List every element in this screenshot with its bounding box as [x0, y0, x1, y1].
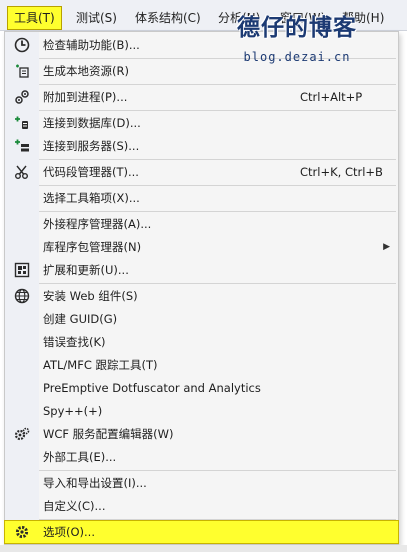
menu-separator	[39, 58, 396, 59]
menu-item-customize[interactable]: 自定义(C)...	[5, 495, 398, 517]
menu-item-shortcut: Ctrl+Alt+P	[300, 90, 363, 104]
menu-item-label: 检查辅助功能(B)...	[43, 38, 140, 52]
accessibility-check-icon	[14, 37, 30, 53]
menu-item-extensions-updates[interactable]: 扩展和更新(U)...	[5, 259, 398, 281]
menu-item-label: 外接程序管理器(A)...	[43, 217, 152, 231]
menu-item-label: 扩展和更新(U)...	[43, 263, 129, 277]
menu-item-error-lookup[interactable]: 错误查找(K)	[5, 331, 398, 353]
menu-item-wcf-config-editor[interactable]: WCF 服务配置编辑器(W)	[5, 423, 398, 445]
menu-item-addin-manager[interactable]: 外接程序管理器(A)...	[5, 213, 398, 235]
background-window-strip	[0, 545, 407, 552]
menu-item-code-snippets-manager[interactable]: 代码段管理器(T)... Ctrl+K, Ctrl+B	[5, 161, 398, 183]
menu-item-library-package-manager[interactable]: 库程序包管理器(N) ▶	[5, 236, 398, 258]
menu-item-choose-toolbox-items[interactable]: 选择工具箱项(X)...	[5, 187, 398, 209]
menu-analyze[interactable]: 分析(N)	[218, 7, 260, 29]
generate-resources-icon	[16, 64, 29, 78]
menu-item-attach-to-process[interactable]: 附加到进程(P)... Ctrl+Alt+P	[5, 86, 398, 108]
menu-item-label: 代码段管理器(T)...	[43, 165, 139, 179]
menu-architecture[interactable]: 体系结构(C)	[135, 7, 201, 29]
connect-server-icon	[15, 139, 29, 152]
menu-item-label: 库程序包管理器(N)	[43, 240, 142, 254]
options-gear-icon	[15, 525, 29, 539]
menu-item-label: WCF 服务配置编辑器(W)	[43, 427, 174, 441]
menu-item-label: 外部工具(E)...	[43, 450, 117, 464]
menu-item-label: 连接到数据库(D)...	[43, 116, 141, 130]
menu-separator	[39, 470, 396, 471]
menu-item-create-guid[interactable]: 创建 GUID(G)	[5, 308, 398, 330]
menu-item-atl-mfc-trace-tool[interactable]: ATL/MFC 跟踪工具(T)	[5, 354, 398, 376]
menu-item-label: 自定义(C)...	[43, 499, 106, 513]
menu-item-label: 连接到服务器(S)...	[43, 139, 140, 153]
menu-item-label: 安装 Web 组件(S)	[43, 289, 138, 303]
submenu-arrow-icon: ▶	[383, 242, 390, 252]
extensions-icon	[14, 262, 30, 278]
menu-item-connect-database[interactable]: 连接到数据库(D)...	[5, 112, 398, 134]
menu-item-connect-server[interactable]: 连接到服务器(S)...	[5, 135, 398, 157]
menu-item-label: 错误查找(K)	[43, 335, 106, 349]
connect-database-icon	[15, 116, 28, 129]
wcf-config-gear-icon	[14, 427, 30, 441]
menu-item-import-export-settings[interactable]: 导入和导出设置(I)...	[5, 472, 398, 494]
code-snippets-icon	[15, 165, 28, 179]
attach-process-icon	[15, 90, 29, 104]
menu-item-label: 选择工具箱项(X)...	[43, 191, 140, 205]
menu-item-options[interactable]: 选项(O)...	[4, 520, 399, 544]
menu-item-label: PreEmptive Dotfuscator and Analytics	[43, 381, 261, 395]
menu-item-label: Spy++(+)	[43, 404, 103, 418]
tools-dropdown-menu: 检查辅助功能(B)... 生成本地资源(R) 附加到进程(P)... Ctrl+…	[4, 31, 399, 545]
menu-separator	[39, 283, 396, 284]
menu-item-spy-plus-plus[interactable]: Spy++(+)	[5, 400, 398, 422]
menu-item-accessibility-check[interactable]: 检查辅助功能(B)...	[5, 34, 398, 56]
menu-item-shortcut: Ctrl+K, Ctrl+B	[300, 165, 383, 179]
menu-tools[interactable]: 工具(T)	[7, 6, 62, 30]
menu-item-label: 创建 GUID(G)	[43, 312, 118, 326]
menu-separator	[39, 110, 396, 111]
menu-item-label: ATL/MFC 跟踪工具(T)	[43, 358, 158, 372]
menu-separator	[39, 84, 396, 85]
menu-item-install-web-components[interactable]: 安装 Web 组件(S)	[5, 285, 398, 307]
menu-test[interactable]: 测试(S)	[76, 7, 117, 29]
menu-bar: 工具(T) 测试(S) 体系结构(C) 分析(N) 窗口(W) 帮助(H)	[0, 0, 407, 31]
menu-item-label: 生成本地资源(R)	[43, 64, 129, 78]
web-globe-icon	[14, 288, 30, 304]
menu-separator	[39, 211, 396, 212]
menu-item-label: 附加到进程(P)...	[43, 90, 128, 104]
menu-item-label: 选项(O)...	[43, 525, 95, 539]
menu-help[interactable]: 帮助(H)	[342, 7, 384, 29]
menu-item-external-tools[interactable]: 外部工具(E)...	[5, 446, 398, 468]
menu-item-preemptive-dotfuscator[interactable]: PreEmptive Dotfuscator and Analytics	[5, 377, 398, 399]
menu-window[interactable]: 窗口(W)	[280, 7, 325, 29]
menu-item-label: 导入和导出设置(I)...	[43, 476, 147, 490]
menu-separator	[39, 159, 396, 160]
menu-item-generate-local-resources[interactable]: 生成本地资源(R)	[5, 60, 398, 82]
menu-separator	[39, 185, 396, 186]
menu-separator	[39, 519, 396, 520]
